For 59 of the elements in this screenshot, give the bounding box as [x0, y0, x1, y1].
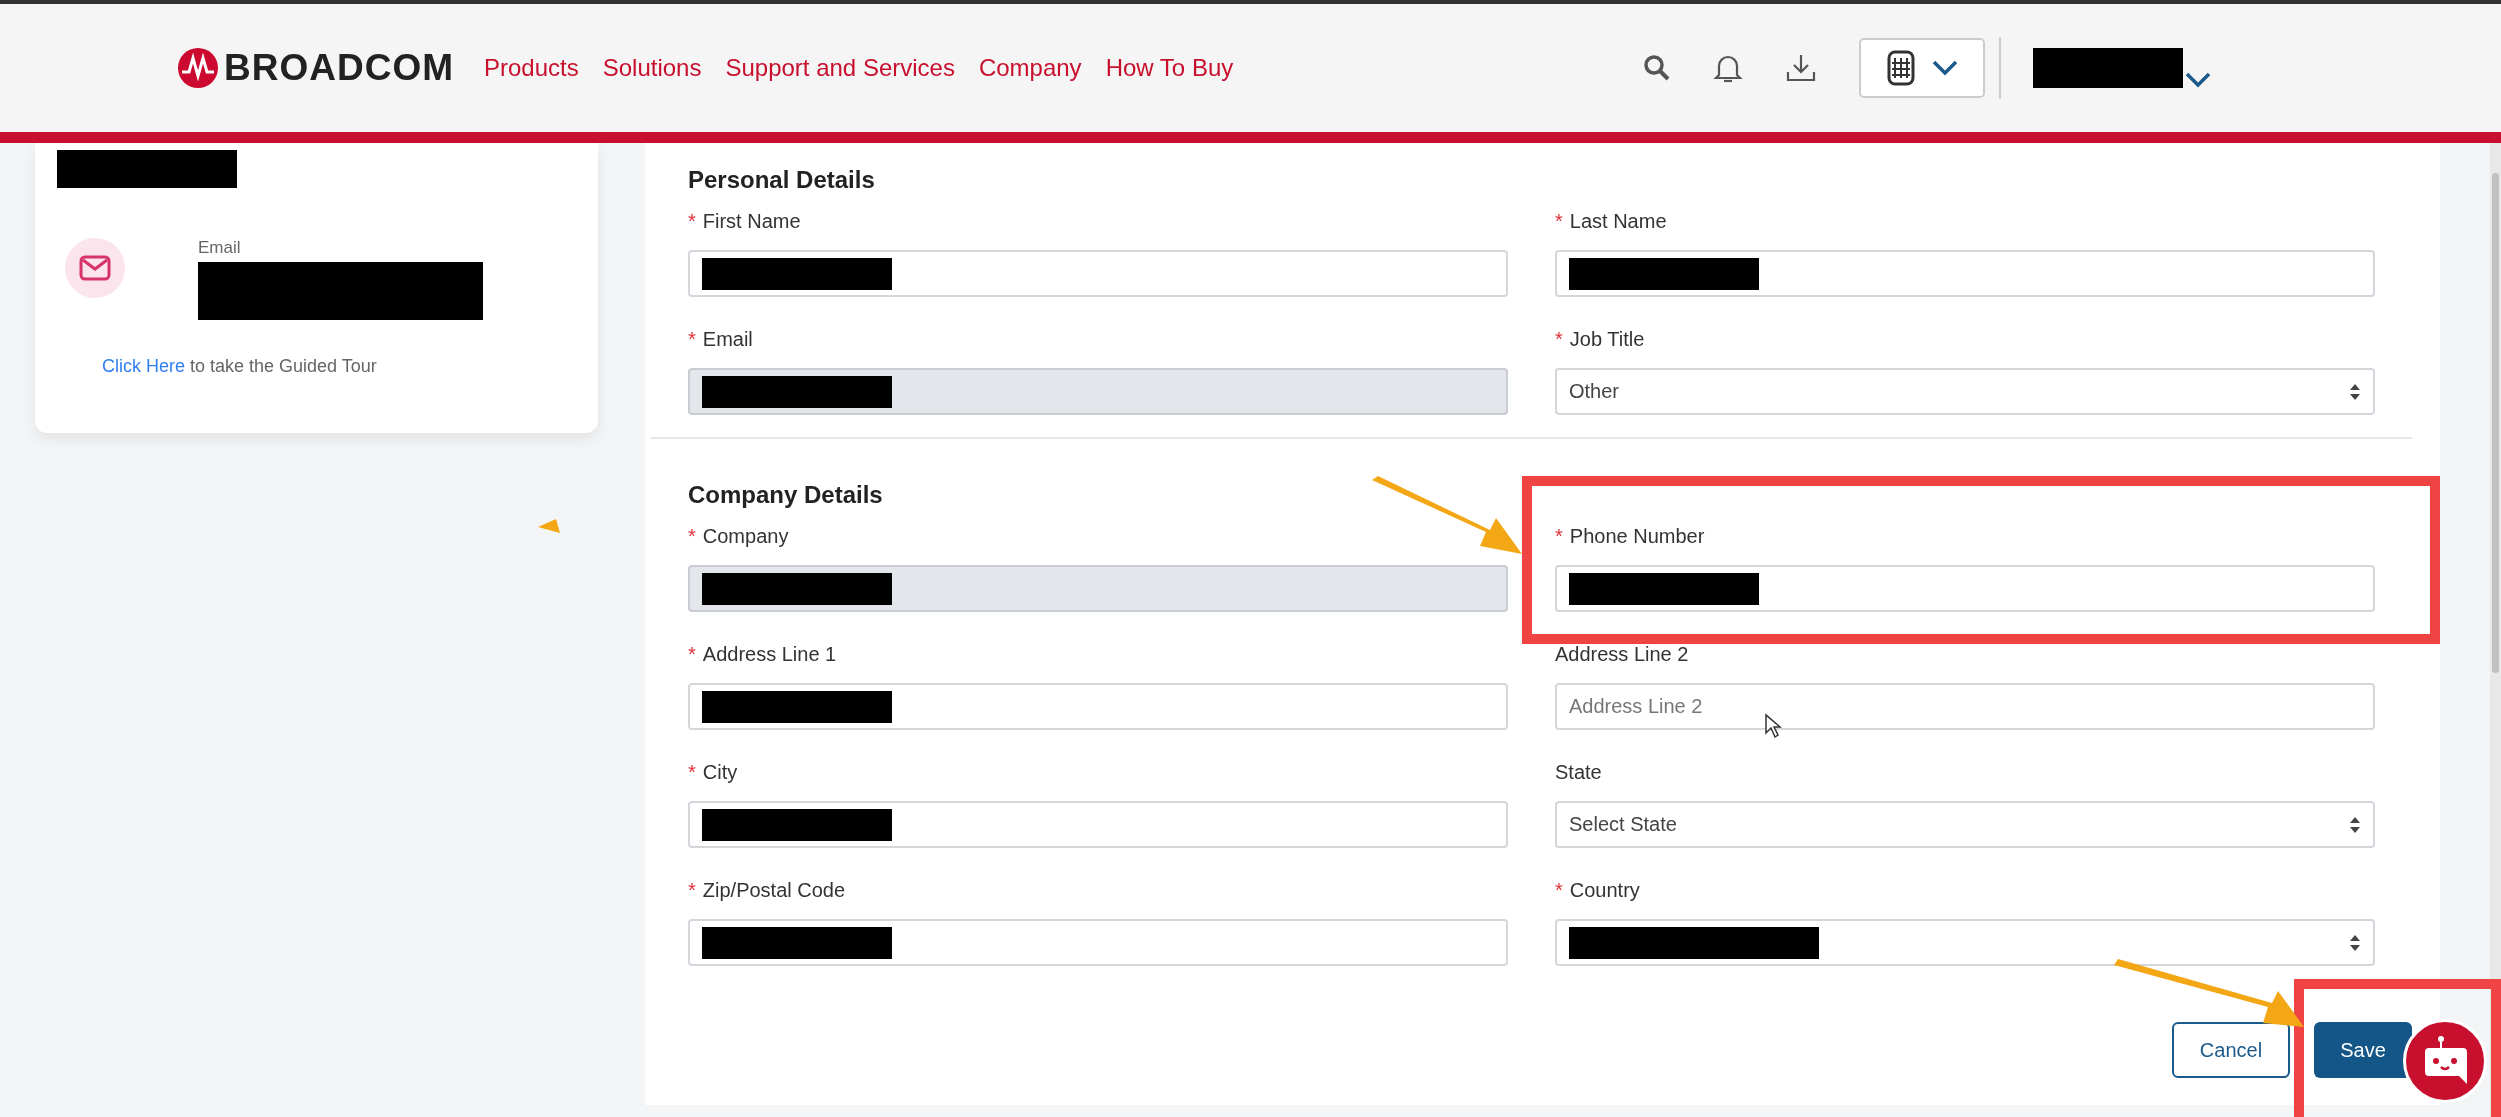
organization-dropdown[interactable] — [1859, 38, 1985, 98]
building-icon — [1886, 50, 1916, 86]
field-label: Company — [702, 525, 789, 548]
text-field[interactable] — [688, 250, 1508, 297]
click-here-link[interactable]: Click Here — [102, 356, 185, 376]
required-mark: * — [688, 210, 696, 233]
required-mark: * — [688, 879, 696, 902]
section-heading: Personal Details — [688, 166, 876, 194]
field-label: State — [1555, 761, 1602, 784]
required-mark: * — [1555, 210, 1563, 233]
nav-link[interactable]: Support and Services — [725, 54, 955, 82]
required-mark: * — [1555, 328, 1563, 351]
scrollbar[interactable] — [2490, 143, 2501, 1117]
nav-link[interactable]: Company — [978, 54, 1082, 82]
save-button[interactable]: Save — [2314, 1022, 2412, 1078]
field-label: Address Line 2 — [1555, 643, 1689, 666]
required-mark: * — [688, 525, 696, 548]
cancel-button[interactable]: Cancel — [2172, 1022, 2290, 1078]
required-mark: * — [688, 328, 696, 351]
nav-link[interactable]: How To Buy — [1105, 54, 1234, 82]
field-label: Email — [702, 328, 753, 351]
field-label: First Name — [702, 210, 801, 233]
chevron-down-icon — [1932, 60, 1958, 76]
field-label: Address Line 1 — [702, 643, 837, 666]
email-label: Email — [198, 238, 242, 258]
updown-arrows-icon — [2349, 382, 2361, 401]
logo-mark-icon — [178, 48, 218, 88]
nav-link[interactable]: Solutions — [602, 54, 702, 82]
select-dropdown[interactable]: Other — [1555, 368, 2375, 415]
nav-link[interactable]: Products — [484, 54, 579, 82]
required-mark: * — [1555, 879, 1563, 902]
required-mark: * — [1555, 525, 1563, 548]
text-field[interactable] — [1555, 250, 2375, 297]
download-icon[interactable] — [1785, 52, 1817, 84]
field-label: Last Name — [1569, 210, 1667, 233]
text-field[interactable] — [1555, 565, 2375, 612]
text-field[interactable] — [688, 919, 1508, 966]
section-heading: Company Details — [688, 481, 884, 509]
field-label: Country — [1569, 879, 1640, 902]
required-mark: * — [688, 761, 696, 784]
text-field[interactable] — [688, 801, 1508, 848]
field-label: City — [702, 761, 738, 784]
text-field[interactable]: Address Line 2 — [1555, 683, 2375, 730]
select-dropdown[interactable]: Select State — [1555, 801, 2375, 848]
select-dropdown[interactable] — [1555, 919, 2375, 966]
user-menu[interactable] — [2033, 48, 2211, 88]
updown-arrows-icon — [2349, 933, 2361, 952]
email-icon — [65, 238, 125, 298]
mouse-pointer-icon — [1764, 713, 1782, 739]
guided-tour-text: Click Here to take the Guided Tour — [102, 356, 377, 377]
search-icon[interactable] — [1643, 54, 1671, 82]
chevron-down-icon — [2185, 72, 2211, 88]
required-mark: * — [688, 643, 696, 666]
field-label: Phone Number — [1569, 525, 1705, 548]
updown-arrows-icon — [2349, 815, 2361, 834]
logo-wordmark[interactable]: BROADCOM — [224, 47, 454, 89]
text-field[interactable] — [688, 683, 1508, 730]
field-label: Job Title — [1569, 328, 1645, 351]
field-label: Zip/Postal Code — [702, 879, 846, 902]
